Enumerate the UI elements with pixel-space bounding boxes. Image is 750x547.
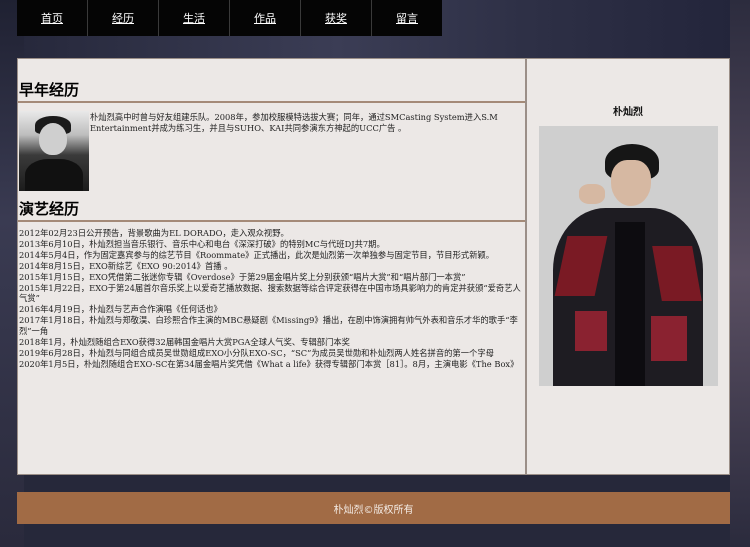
profile-photo: [539, 126, 718, 386]
career-item: 2018年1月，朴灿烈随组合EXO获得32届韩国金唱片大赏PGA全球人气奖、专辑…: [19, 337, 350, 348]
career-list: 2012年02月23日公开预告，背景歌曲为EL DORADO，走入观众视野。 2…: [19, 228, 522, 370]
career-item: 2019年6月28日，朴灿烈与同组合成员吴世勋组成EXO小分队EXO-SC，“S…: [19, 347, 494, 358]
nav-item-works[interactable]: 作品: [230, 0, 301, 36]
nav-item-home[interactable]: 首页: [17, 0, 88, 36]
career-item: 2015年1月22日，EXO于第24届首尔音乐奖上以爱奇艺播放数据、搜索数据等综…: [19, 282, 521, 304]
career-item: 2015年1月15日，EXO凭借第二张迷你专辑《Overdose》于第29届金唱…: [19, 271, 466, 282]
nav-item-awards[interactable]: 获奖: [301, 0, 372, 36]
career-title: 演艺经历: [18, 198, 525, 222]
career-item: 2017年1月18日，朴灿烈与郑敬淏、白珍熙合作主演的MBC悬疑剧《Missin…: [19, 315, 518, 337]
footer-copyright: 朴灿烈©版权所有: [17, 492, 730, 524]
early-life-title: 早年经历: [18, 79, 525, 103]
profile-avatar-image: [19, 111, 89, 191]
career-item: 2013年6月10日，朴灿烈担当音乐银行、音乐中心和电台《深深打破》的特别MC与…: [19, 238, 385, 249]
nav-item-life[interactable]: 生活: [159, 0, 230, 36]
main-content-panel: 早年经历 朴灿烈高中时曾与好友组建乐队。2008年，参加校服模特选拔大赛；同年，…: [17, 58, 526, 475]
nav-item-experience[interactable]: 经历: [88, 0, 159, 36]
profile-name: 朴灿烈: [613, 107, 643, 118]
side-profile-panel: 朴灿烈: [526, 58, 730, 475]
background-photo-right: [730, 0, 750, 547]
career-item: 2014年5月4日，作为固定嘉宾参与的综艺节目《Roommate》正式播出，此次…: [19, 249, 495, 260]
early-life-text: 朴灿烈高中时曾与好友组建乐队。2008年，参加校服模特选拔大赛；同年，通过SMC…: [90, 112, 498, 133]
nav-item-messages[interactable]: 留言: [372, 0, 442, 36]
career-item: 2014年8月15日，EXO新综艺《EXO 90:2014》首播 。: [19, 260, 233, 271]
career-item: 2016年4月19日，朴灿烈与艺声合作演唱《任何话也》: [19, 304, 222, 315]
career-item: 2020年1月5日，朴灿烈随组合EXO-SC在第34届金唱片奖凭借《What a…: [19, 358, 519, 369]
top-navigation: 首页 经历 生活 作品 获奖 留言: [17, 0, 442, 36]
career-item: 2012年02月23日公开预告，背景歌曲为EL DORADO，走入观众视野。: [19, 228, 289, 238]
